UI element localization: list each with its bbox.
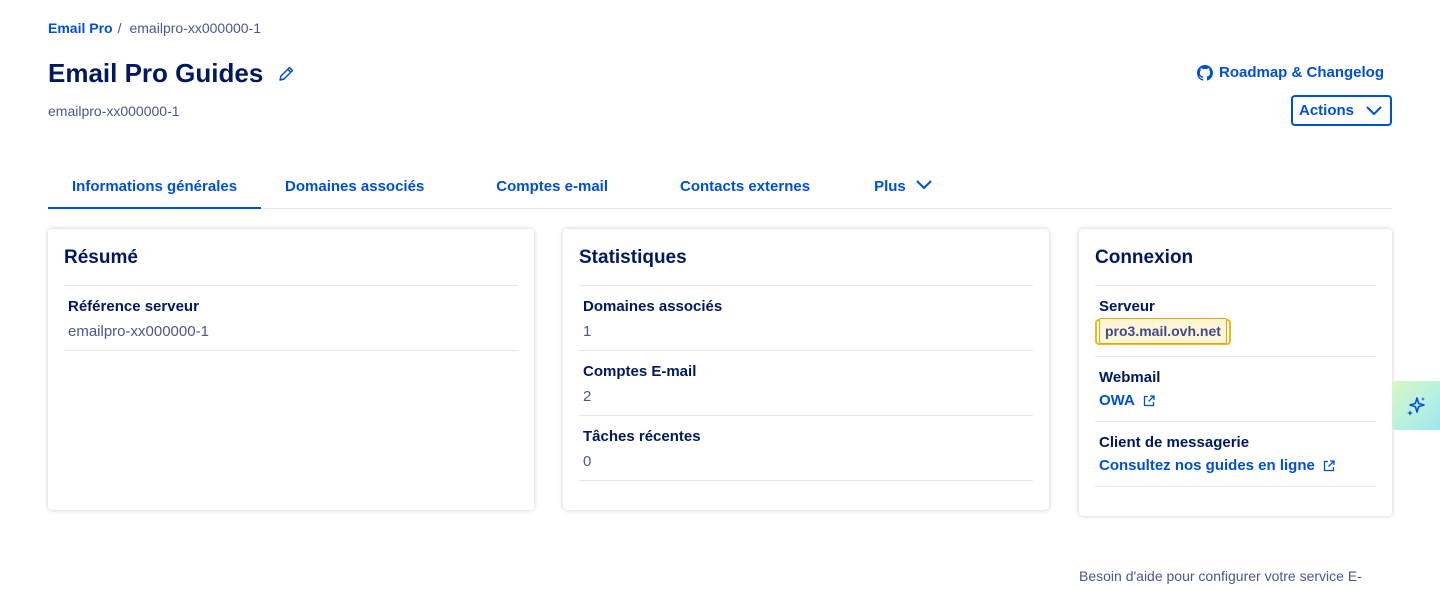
stat-label: Comptes E-mail bbox=[583, 363, 697, 380]
guides-link-label: Consultez nos guides en ligne bbox=[1099, 457, 1315, 474]
server-reference-row: Référence serveur emailpro-xx000000-1 bbox=[64, 286, 518, 351]
external-link-icon bbox=[1143, 394, 1155, 407]
client-row: Client de messagerie Consultez nos guide… bbox=[1095, 422, 1376, 487]
server-label: Serveur bbox=[1099, 298, 1155, 315]
actions-button[interactable]: Actions bbox=[1291, 95, 1392, 126]
connexion-card: Connexion Serveur pro3.mail.ovh.net Webm… bbox=[1079, 229, 1392, 516]
tab-informations-generales[interactable]: Informations générales bbox=[48, 166, 262, 209]
server-hostname[interactable]: pro3.mail.ovh.net bbox=[1099, 318, 1227, 344]
guides-link[interactable]: Consultez nos guides en ligne bbox=[1099, 457, 1335, 474]
stat-row-taches: Tâches récentes 0 bbox=[579, 416, 1033, 481]
external-link-icon bbox=[1323, 459, 1335, 472]
github-icon bbox=[1196, 64, 1213, 81]
owa-link-label: OWA bbox=[1099, 392, 1135, 409]
breadcrumb-separator: / bbox=[117, 20, 122, 36]
service-subtitle: emailpro-xx000000-1 bbox=[48, 103, 180, 119]
ai-assistant-button[interactable] bbox=[1392, 381, 1440, 430]
roadmap-changelog-link[interactable]: Roadmap & Changelog bbox=[1196, 64, 1384, 81]
server-row: Serveur pro3.mail.ovh.net bbox=[1095, 286, 1376, 357]
resume-card: Résumé Référence serveur emailpro-xx0000… bbox=[48, 229, 534, 510]
stat-row-domaines: Domaines associés 1 bbox=[579, 286, 1033, 351]
statistiques-card: Statistiques Domaines associés 1 Comptes… bbox=[563, 229, 1049, 510]
server-reference-label: Référence serveur bbox=[68, 298, 199, 315]
connexion-card-title: Connexion bbox=[1095, 247, 1376, 286]
tab-domaines-associes[interactable]: Domaines associés bbox=[261, 166, 448, 209]
tab-comptes-email[interactable]: Comptes e-mail bbox=[448, 166, 632, 209]
chevron-down-icon bbox=[916, 180, 932, 190]
page-title: Email Pro Guides bbox=[48, 58, 264, 88]
resume-card-title: Résumé bbox=[64, 247, 518, 286]
stat-value: 0 bbox=[583, 453, 592, 470]
tab-plus-label: Plus bbox=[874, 178, 906, 195]
breadcrumb: Email Pro / emailpro-xx000000-1 bbox=[48, 20, 261, 36]
roadmap-label: Roadmap & Changelog bbox=[1218, 64, 1384, 81]
tab-bar: Informations générales Domaines associés… bbox=[48, 166, 1392, 209]
actions-label: Actions bbox=[1299, 102, 1355, 119]
help-text: Besoin d'aide pour configurer votre serv… bbox=[1079, 568, 1362, 584]
chevron-down-icon bbox=[1366, 106, 1382, 116]
page-title-row: Email Pro Guides bbox=[48, 58, 295, 89]
pencil-icon[interactable] bbox=[277, 65, 295, 83]
webmail-label: Webmail bbox=[1099, 369, 1161, 386]
stat-label: Tâches récentes bbox=[583, 428, 701, 445]
stat-value: 1 bbox=[583, 323, 592, 340]
client-label: Client de messagerie bbox=[1099, 434, 1250, 451]
stat-label: Domaines associés bbox=[583, 298, 723, 315]
tab-plus[interactable]: Plus bbox=[834, 166, 956, 209]
tab-contacts-externes[interactable]: Contacts externes bbox=[632, 166, 834, 209]
statistiques-card-title: Statistiques bbox=[579, 247, 1033, 286]
breadcrumb-current: emailpro-xx000000-1 bbox=[129, 20, 262, 36]
stat-value: 2 bbox=[583, 388, 592, 405]
sparkle-icon bbox=[1405, 395, 1427, 417]
owa-link[interactable]: OWA bbox=[1099, 392, 1155, 409]
server-highlight: pro3.mail.ovh.net bbox=[1095, 318, 1231, 345]
server-reference-value: emailpro-xx000000-1 bbox=[68, 323, 209, 340]
stat-row-comptes: Comptes E-mail 2 bbox=[579, 351, 1033, 416]
webmail-row: Webmail OWA bbox=[1095, 357, 1376, 422]
breadcrumb-email-pro-link[interactable]: Email Pro bbox=[48, 20, 113, 36]
